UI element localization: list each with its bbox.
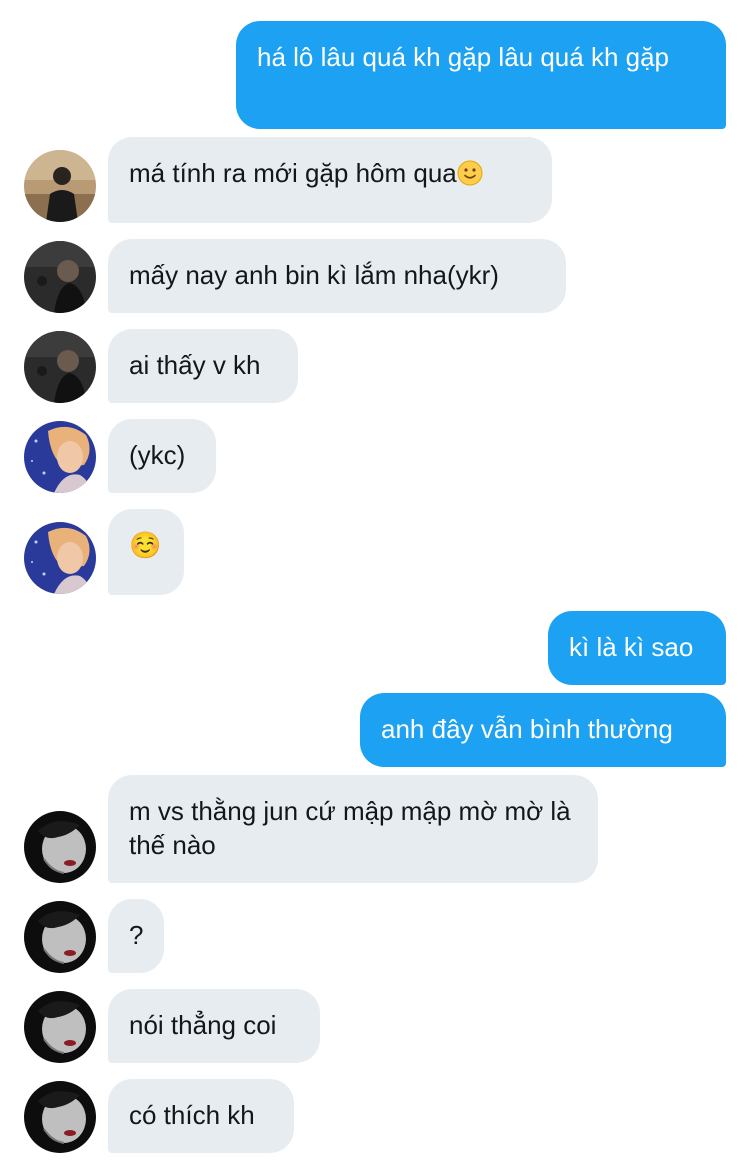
message-text: (ykc) bbox=[129, 440, 186, 470]
sender-avatar[interactable] bbox=[24, 331, 96, 403]
message-text: há lô lâu quá kh gặp lâu quá kh gặp bbox=[257, 42, 670, 72]
slightly-smiling-face-icon bbox=[457, 160, 483, 186]
message-text: kì là kì sao bbox=[569, 632, 694, 662]
monochrome-portrait-avatar-icon bbox=[24, 811, 96, 883]
incoming-message-bubble[interactable]: có thích kh bbox=[108, 1079, 294, 1153]
sender-avatar[interactable] bbox=[24, 811, 96, 883]
incoming-message-bubble[interactable]: m vs thằng jun cứ mập mập mờ mờ là thế n… bbox=[108, 775, 598, 883]
message-text: má tính ra mới gặp hôm qua bbox=[129, 158, 457, 188]
sender-avatar[interactable] bbox=[24, 241, 96, 313]
message-text: m vs thằng jun cứ mập mập mờ mờ là thế n… bbox=[129, 796, 571, 860]
message-text: ☺️ bbox=[129, 530, 162, 560]
message-text: anh đây vẫn bình thường bbox=[381, 714, 673, 744]
monochrome-portrait-avatar-icon bbox=[24, 991, 96, 1063]
incoming-message-bubble[interactable]: ? bbox=[108, 899, 164, 973]
sender-avatar[interactable] bbox=[24, 901, 96, 973]
incoming-message-bubble[interactable]: má tính ra mới gặp hôm qua bbox=[108, 137, 552, 223]
sender-avatar[interactable] bbox=[24, 522, 96, 594]
monochrome-portrait-avatar-icon bbox=[24, 901, 96, 973]
sender-avatar[interactable] bbox=[24, 1081, 96, 1153]
sender-avatar[interactable] bbox=[24, 150, 96, 222]
monochrome-portrait-avatar-icon bbox=[24, 1081, 96, 1153]
outgoing-message-bubble[interactable]: kì là kì sao bbox=[548, 611, 726, 685]
message-text: nói thẳng coi bbox=[129, 1010, 277, 1040]
outgoing-message-bubble[interactable]: anh đây vẫn bình thường bbox=[360, 693, 726, 767]
sender-avatar[interactable] bbox=[24, 421, 96, 493]
blonde-portrait-avatar-icon bbox=[24, 522, 96, 594]
incoming-message-bubble[interactable]: (ykc) bbox=[108, 419, 216, 493]
dark-portrait-avatar-icon bbox=[24, 331, 96, 403]
message-text: mấy nay anh bin kì lắm nha(ykr) bbox=[129, 260, 499, 290]
sender-avatar[interactable] bbox=[24, 991, 96, 1063]
message-text: có thích kh bbox=[129, 1100, 255, 1130]
person-photo-avatar-icon bbox=[24, 150, 96, 222]
incoming-message-bubble[interactable]: ai thấy v kh bbox=[108, 329, 298, 403]
dark-portrait-avatar-icon bbox=[24, 241, 96, 313]
message-text: ? bbox=[129, 920, 144, 950]
incoming-message-bubble[interactable]: mấy nay anh bin kì lắm nha(ykr) bbox=[108, 239, 566, 313]
outgoing-message-bubble[interactable]: há lô lâu quá kh gặp lâu quá kh gặp bbox=[236, 21, 726, 129]
blonde-portrait-avatar-icon bbox=[24, 421, 96, 493]
incoming-message-bubble[interactable]: ☺️ bbox=[108, 509, 184, 595]
message-text: ai thấy v kh bbox=[129, 350, 261, 380]
incoming-message-bubble[interactable]: nói thẳng coi bbox=[108, 989, 320, 1063]
